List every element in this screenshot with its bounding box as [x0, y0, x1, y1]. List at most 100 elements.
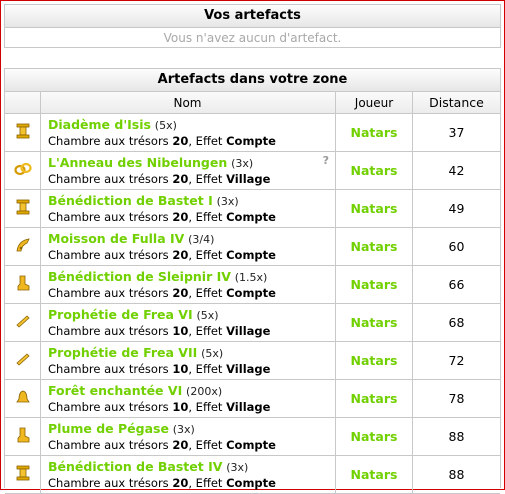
desc-prefix: Chambre aux trésors — [48, 286, 169, 300]
artifact-name-link[interactable]: Bénédiction de Sleipnir IV — [48, 269, 231, 284]
artifact-icon-cell — [5, 303, 41, 342]
column-header-icon — [5, 92, 41, 114]
desc-prefix: Chambre aux trésors — [48, 362, 169, 376]
column-header-player[interactable]: Joueur — [335, 92, 413, 114]
artifact-distance: 60 — [412, 227, 500, 266]
table-row[interactable]: Bénédiction de Bastet IV (3x) Chambre aux… — [5, 455, 500, 494]
table-row[interactable]: Prophétie de Frea VI (5x) Chambre aux tré… — [5, 303, 500, 342]
artifact-name-cell: Prophétie de Frea VI (5x) Chambre aux tré… — [40, 303, 336, 342]
artifact-distance: 88 — [412, 455, 500, 494]
player-link[interactable]: Natars — [351, 353, 398, 368]
artifact-bonus: (3x) — [172, 423, 195, 436]
desc-prefix: Chambre aux trésors — [48, 438, 169, 452]
desc-prefix: Chambre aux trésors — [48, 134, 169, 148]
player-link[interactable]: Natars — [351, 391, 398, 406]
artifact-name-link[interactable]: Prophétie de Frea VII — [48, 345, 197, 360]
own-artifacts-empty-text: Vous n'avez aucun d'artefact. — [163, 31, 342, 45]
player-link[interactable]: Natars — [351, 201, 398, 216]
artifact-player-cell: Natars — [335, 417, 413, 456]
artifact-effect: Compte — [226, 134, 276, 148]
artifact-level: 10 — [172, 362, 189, 376]
artifact-description: Chambre aux trésors 20, Effet Compte — [48, 248, 276, 262]
artifact-name-link[interactable]: Bénédiction de Bastet I — [48, 193, 213, 208]
artifact-icon-cell — [5, 455, 41, 494]
artifact-name-link[interactable]: Diadème d'Isis — [48, 117, 151, 132]
artifact-effect: Compte — [226, 438, 276, 452]
desc-prefix: Chambre aux trésors — [48, 248, 169, 262]
zone-artifacts-panel: Artefacts dans votre zone Nom Joueur Dis… — [4, 68, 501, 494]
artifact-description: Chambre aux trésors 10, Effet Village — [48, 362, 271, 376]
artifact-distance: 66 — [412, 265, 500, 304]
artifact-level: 20 — [172, 134, 189, 148]
scroll-icon — [15, 351, 31, 370]
artifact-name-cell: Bénédiction de Bastet I (3x) Chambre aux … — [40, 189, 336, 228]
player-link[interactable]: Natars — [351, 163, 398, 178]
artifact-name-link[interactable]: Bénédiction de Bastet IV — [48, 459, 222, 474]
zone-artifacts-title: Artefacts dans votre zone — [5, 69, 500, 92]
player-link[interactable]: Natars — [351, 315, 398, 330]
artifact-description: Chambre aux trésors 20, Effet Compte — [48, 134, 276, 148]
artifact-distance: 49 — [412, 189, 500, 228]
column-header-distance[interactable]: Distance — [412, 92, 500, 114]
own-artifacts-panel: Vos artefacts Vous n'avez aucun d'artefa… — [4, 4, 501, 48]
artifact-icon-cell — [5, 417, 41, 456]
artifact-icon-cell — [5, 265, 41, 304]
artifact-distance: 42 — [412, 151, 500, 190]
zone-artifacts-table: Nom Joueur Distance Diadème d'Isis (5x) C… — [5, 92, 500, 494]
player-link[interactable]: Natars — [351, 239, 398, 254]
artifact-name-link[interactable]: L'Anneau des Nibelungen — [48, 155, 227, 170]
artifact-description: Chambre aux trésors 20, Effet Compte — [48, 438, 276, 452]
column-header-name[interactable]: Nom — [40, 92, 336, 114]
table-row[interactable]: Bénédiction de Sleipnir IV (1.5x) Chambre… — [5, 265, 500, 304]
artifact-name-link[interactable]: Forêt enchantée VI — [48, 383, 182, 398]
table-row[interactable]: ? L'Anneau des Nibelungen (3x) Chambre aux… — [5, 151, 500, 190]
desc-prefix: Chambre aux trésors — [48, 210, 169, 224]
table-row[interactable]: Bénédiction de Bastet I (3x) Chambre aux … — [5, 189, 500, 228]
desc-prefix: Chambre aux trésors — [48, 476, 169, 490]
desc-prefix: Chambre aux trésors — [48, 172, 169, 186]
desc-effect-label: Effet — [195, 438, 223, 452]
player-link[interactable]: Natars — [351, 467, 398, 482]
artifact-description: Chambre aux trésors 20, Effet Village — [48, 172, 271, 186]
artifact-level: 20 — [172, 286, 189, 300]
artifact-icon-cell — [5, 227, 41, 266]
artifact-bonus: (3/4) — [188, 233, 215, 246]
artifact-effect: Compte — [226, 286, 276, 300]
artifact-name-cell: Bénédiction de Sleipnir IV (1.5x) Chambre… — [40, 265, 336, 304]
artifact-name-link[interactable]: Plume de Pégase — [48, 421, 169, 436]
artifact-player-cell: Natars — [335, 265, 413, 304]
artifact-description: Chambre aux trésors 10, Effet Village — [48, 324, 271, 338]
artifact-level: 10 — [172, 324, 189, 338]
artifact-bonus: (1.5x) — [234, 271, 268, 284]
own-artifacts-title: Vos artefacts — [5, 5, 500, 28]
player-link[interactable]: Natars — [351, 429, 398, 444]
table-row[interactable]: Diadème d'Isis (5x) Chambre aux trésors 2… — [5, 113, 500, 152]
artifact-effect: Village — [226, 172, 271, 186]
artifact-effect: Village — [226, 400, 271, 414]
artifact-description: Chambre aux trésors 20, Effet Compte — [48, 286, 276, 300]
artifact-player-cell: Natars — [335, 341, 413, 380]
desc-effect-label: Effet — [195, 134, 223, 148]
table-row[interactable]: Plume de Pégase (3x) Chambre aux trésors … — [5, 417, 500, 456]
table-row[interactable]: Forêt enchantée VI (200x) Chambre aux tré… — [5, 379, 500, 418]
scroll-icon — [15, 313, 31, 332]
boot-icon — [16, 427, 30, 446]
table-row[interactable]: Prophétie de Frea VII (5x) Chambre aux tr… — [5, 341, 500, 380]
artifact-effect: Compte — [226, 210, 276, 224]
artifact-name-link[interactable]: Prophétie de Frea VI — [48, 307, 193, 322]
artifact-bonus: (5x) — [196, 309, 219, 322]
player-link[interactable]: Natars — [351, 277, 398, 292]
artifact-level: 20 — [172, 438, 189, 452]
artifact-icon-cell — [5, 189, 41, 228]
player-link[interactable]: Natars — [351, 125, 398, 140]
artifact-level: 20 — [172, 248, 189, 262]
help-mark[interactable]: ? — [323, 154, 329, 167]
artifact-distance: 88 — [412, 417, 500, 456]
artifact-name-link[interactable]: Moisson de Fulla IV — [48, 231, 184, 246]
table-row[interactable]: Moisson de Fulla IV (3/4) Chambre aux tré… — [5, 227, 500, 266]
artifact-distance: 68 — [412, 303, 500, 342]
artifact-name-cell: Diadème d'Isis (5x) Chambre aux trésors 2… — [40, 113, 336, 152]
artifact-player-cell: Natars — [335, 379, 413, 418]
desc-effect-label: Effet — [195, 248, 223, 262]
artifact-name-cell: Prophétie de Frea VII (5x) Chambre aux tr… — [40, 341, 336, 380]
